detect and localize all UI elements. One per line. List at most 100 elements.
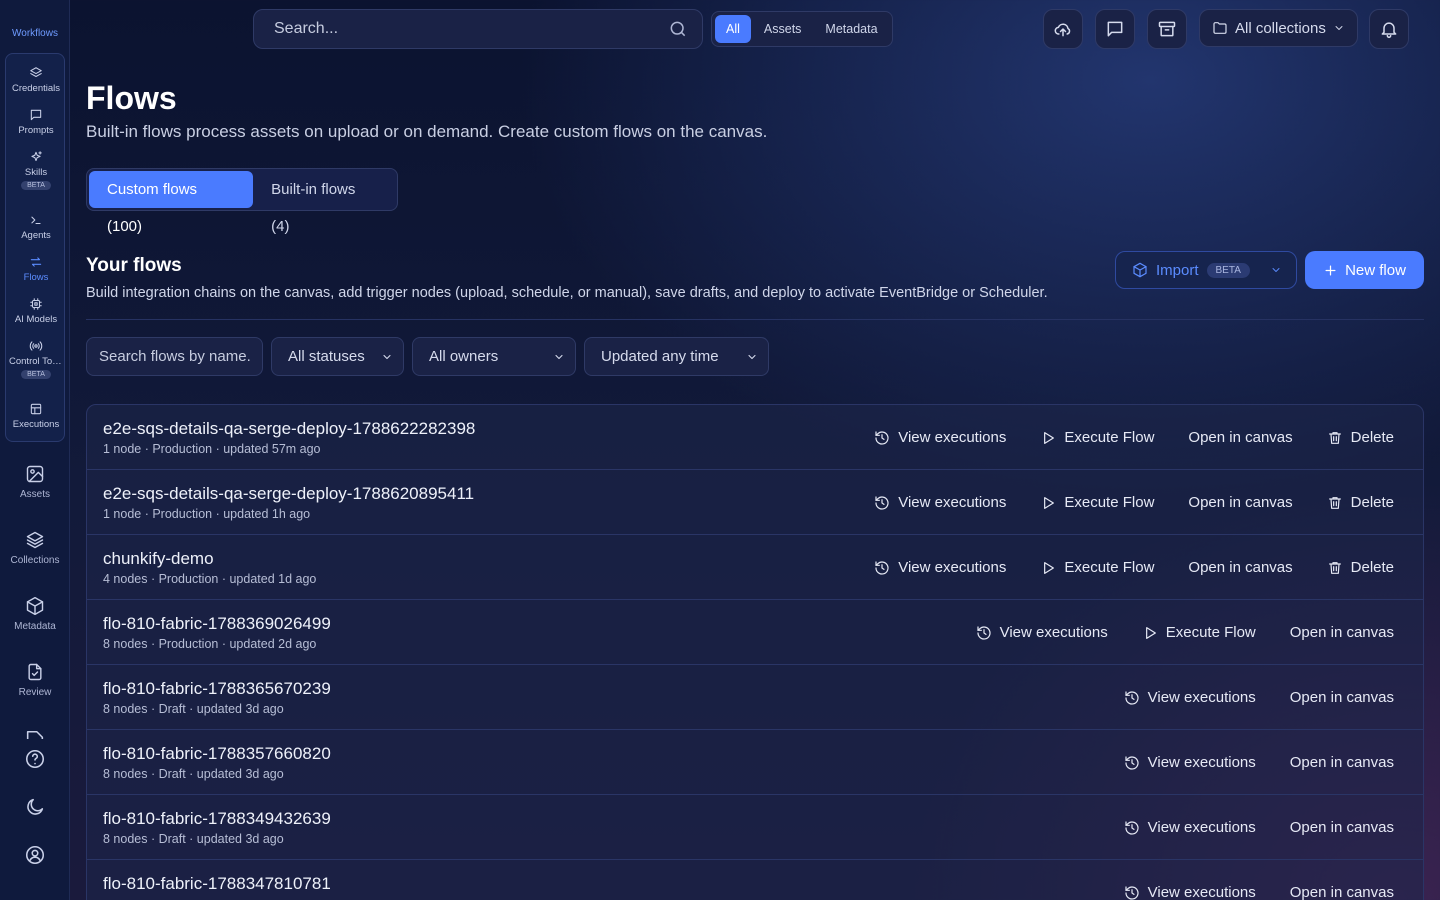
sidebar-item-label: Executions	[12, 419, 60, 430]
cube-icon	[25, 596, 45, 616]
moon-icon[interactable]	[24, 796, 46, 818]
view-executions-button[interactable]: View executions	[1124, 754, 1256, 771]
scope-metadata[interactable]: Metadata	[814, 15, 888, 43]
open-in-canvas-button[interactable]: Open in canvas	[1290, 689, 1394, 706]
sidebar-item-label: Agents	[21, 230, 51, 241]
global-search[interactable]	[253, 9, 703, 49]
view-executions-button[interactable]: View executions	[976, 624, 1108, 641]
chat-button[interactable]	[1095, 9, 1135, 49]
view-executions-label: View executions	[999, 624, 1108, 641]
beta-badge: BETA	[21, 181, 51, 190]
flow-actions: View executions Execute Flow Open in can…	[976, 600, 1394, 665]
import-button[interactable]: Import BETA	[1115, 251, 1297, 289]
sidebar-item-collections[interactable]: Collections	[0, 530, 70, 566]
sidebar-item-assets[interactable]: Assets	[0, 464, 70, 500]
status-filter[interactable]: All statuses	[271, 337, 404, 376]
flow-name[interactable]: e2e-sqs-details-qa-serge-deploy-17886222…	[103, 419, 475, 439]
execute-flow-button[interactable]: Execute Flow	[1142, 624, 1256, 641]
flow-list: e2e-sqs-details-qa-serge-deploy-17886222…	[86, 404, 1424, 900]
clipboard-check-icon	[25, 662, 45, 682]
sidebar-item-label: AI Models	[14, 314, 58, 325]
sidebar-item-label: Prompts	[18, 125, 54, 136]
execute-flow-button[interactable]: Execute Flow	[1040, 494, 1154, 511]
execute-flow-button[interactable]: Execute Flow	[1040, 429, 1154, 446]
delete-button[interactable]: Delete	[1327, 559, 1394, 576]
global-search-input[interactable]	[274, 20, 668, 38]
delete-label: Delete	[1350, 494, 1394, 511]
view-executions-button[interactable]: View executions	[1124, 884, 1256, 900]
flow-name[interactable]: flo-810-fabric-1788357660820	[103, 744, 331, 764]
open-in-canvas-button[interactable]: Open in canvas	[1290, 819, 1394, 836]
execute-flow-label: Execute Flow	[1165, 624, 1256, 641]
chevron-down-icon	[1333, 22, 1345, 34]
history-icon	[874, 430, 890, 446]
sidebar-item-agents[interactable]: Agents	[6, 213, 66, 241]
flow-name[interactable]: e2e-sqs-details-qa-serge-deploy-17886208…	[103, 484, 474, 504]
open-in-canvas-button[interactable]: Open in canvas	[1290, 884, 1394, 900]
scope-all[interactable]: All	[715, 15, 751, 43]
play-icon	[1040, 495, 1056, 511]
search-icon[interactable]	[668, 19, 688, 39]
owner-filter[interactable]: All owners	[412, 337, 576, 376]
sidebar-item-credentials[interactable]: Credentials	[6, 66, 66, 94]
open-in-canvas-button[interactable]: Open in canvas	[1188, 494, 1292, 511]
view-executions-button[interactable]: View executions	[874, 429, 1006, 446]
flow-name[interactable]: flo-810-fabric-1788365670239	[103, 679, 331, 699]
flow-name[interactable]: flo-810-fabric-1788369026499	[103, 614, 331, 634]
image-icon	[25, 464, 45, 484]
notifications-button[interactable]	[1369, 9, 1409, 49]
open-in-canvas-button[interactable]: Open in canvas	[1290, 754, 1394, 771]
upload-button[interactable]	[1043, 9, 1083, 49]
delete-button[interactable]: Delete	[1327, 494, 1394, 511]
view-executions-button[interactable]: View executions	[1124, 689, 1256, 706]
scope-assets[interactable]: Assets	[753, 15, 813, 43]
open-in-canvas-button[interactable]: Open in canvas	[1290, 624, 1394, 641]
flow-name[interactable]: flo-810-fabric-1788349432639	[103, 809, 331, 829]
open-in-canvas-button[interactable]: Open in canvas	[1188, 429, 1292, 446]
trash-icon	[1327, 430, 1343, 446]
flow-row: flo-810-fabric-1788365670239 8 nodes · D…	[87, 665, 1423, 730]
delete-button[interactable]: Delete	[1327, 429, 1394, 446]
plus-icon	[1323, 263, 1338, 278]
tab-built-in-flows[interactable]: Built-in flows (4)	[253, 171, 395, 235]
view-executions-label: View executions	[898, 559, 1007, 576]
archive-icon	[1157, 19, 1177, 39]
time-filter[interactable]: Updated any time	[584, 337, 769, 376]
collections-dropdown[interactable]: All collections	[1199, 9, 1358, 47]
divider	[86, 319, 1424, 320]
open-in-canvas-label: Open in canvas	[1188, 494, 1293, 511]
flow-meta: 1 node · Production · updated 1h ago	[103, 507, 311, 521]
user-circle-icon[interactable]	[24, 844, 46, 866]
layers-icon	[29, 66, 43, 80]
view-executions-button[interactable]: View executions	[874, 559, 1006, 576]
view-executions-button[interactable]: View executions	[874, 494, 1006, 511]
open-in-canvas-label: Open in canvas	[1289, 754, 1394, 771]
flow-search-input[interactable]	[86, 337, 263, 376]
flow-row: flo-810-fabric-1788369026499 8 nodes · P…	[87, 600, 1423, 665]
view-executions-button[interactable]: View executions	[1124, 819, 1256, 836]
tab-custom-flows[interactable]: Custom flows (100)	[89, 171, 254, 235]
help-icon[interactable]	[24, 748, 46, 770]
sidebar-item-review[interactable]: Review	[0, 662, 70, 698]
flow-name[interactable]: flo-810-fabric-1788347810781	[103, 874, 331, 894]
execute-flow-button[interactable]: Execute Flow	[1040, 559, 1154, 576]
open-in-canvas-button[interactable]: Open in canvas	[1188, 559, 1292, 576]
page-subtitle: Built-in flows process assets on upload …	[86, 122, 768, 141]
flow-actions: View executions Execute Flow Open in can…	[874, 470, 1394, 535]
open-in-canvas-label: Open in canvas	[1289, 819, 1394, 836]
archive-button[interactable]	[1147, 9, 1187, 49]
flow-meta: 1 node · Production · updated 57m ago	[103, 442, 321, 456]
sidebar-item-prompts[interactable]: Prompts	[6, 108, 66, 136]
view-executions-label: View executions	[898, 429, 1007, 446]
sidebar-item-skills[interactable]: Skills BETA	[6, 150, 66, 190]
new-flow-button[interactable]: New flow	[1305, 251, 1424, 289]
sidebar-item-executions[interactable]: Executions	[6, 402, 66, 430]
beta-badge: BETA	[1206, 262, 1250, 278]
sidebar-item-ai-models[interactable]: AI Models	[6, 297, 66, 325]
sidebar-item-metadata[interactable]: Metadata	[0, 596, 70, 632]
sidebar-item-control-tower[interactable]: Control Tower BETA	[6, 339, 66, 379]
sidebar-item-label: Collections	[10, 555, 60, 566]
flow-name[interactable]: chunkify-demo	[103, 549, 214, 569]
chevron-down-icon[interactable]	[1270, 264, 1282, 276]
sidebar-item-flows[interactable]: Flows	[6, 248, 66, 288]
